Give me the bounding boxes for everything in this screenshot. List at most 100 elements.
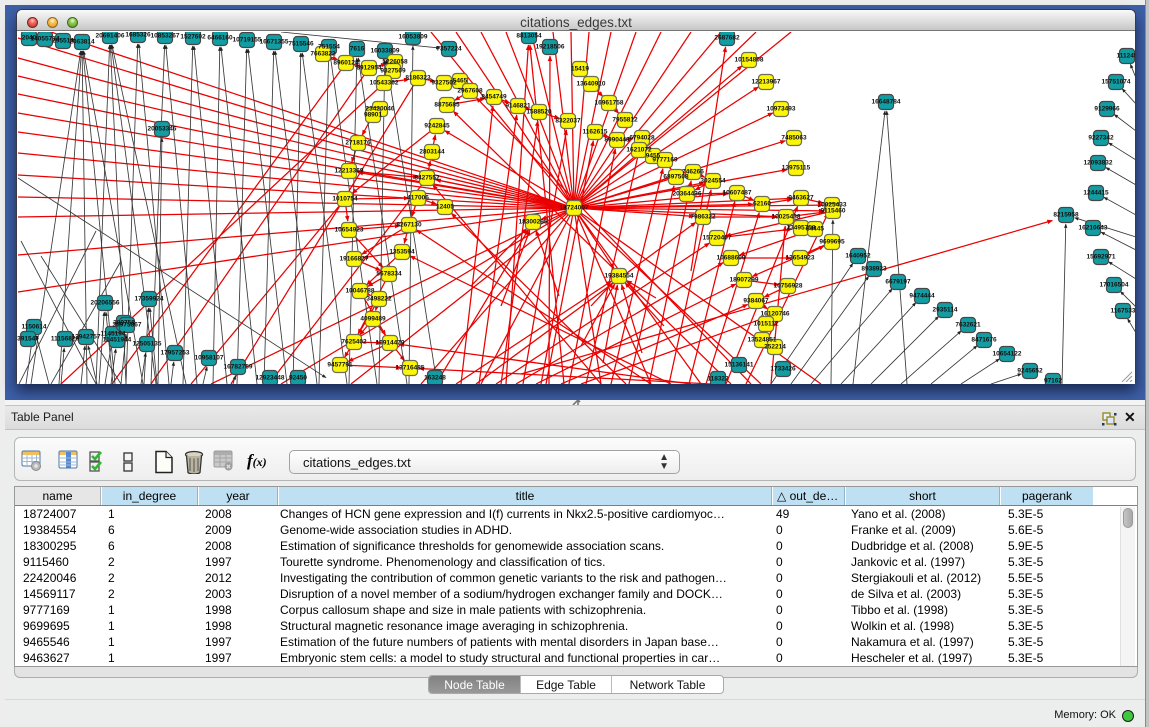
svg-text:12213967: 12213967 <box>752 79 781 86</box>
svg-text:10688609: 10688609 <box>717 255 746 262</box>
svg-text:2935114: 2935114 <box>933 307 958 314</box>
svg-text:1733426: 1733426 <box>770 366 796 373</box>
svg-text:8990448: 8990448 <box>604 137 630 144</box>
svg-text:9115460: 9115460 <box>821 208 846 215</box>
svg-text:8960124: 8960124 <box>333 60 359 67</box>
svg-text:6466160: 6466160 <box>207 35 233 42</box>
svg-text:12942757: 12942757 <box>72 334 101 341</box>
svg-text:9227342: 9227342 <box>1088 135 1114 142</box>
svg-text:10654923: 10654923 <box>335 227 364 234</box>
svg-text:9245652: 9245652 <box>1017 368 1043 375</box>
svg-text:2803144: 2803144 <box>419 149 445 156</box>
svg-text:1527602: 1527602 <box>180 34 206 41</box>
svg-text:3498222: 3498222 <box>366 296 392 303</box>
svg-text:17016504: 17016504 <box>1100 282 1129 289</box>
svg-text:19218506: 19218506 <box>536 44 565 51</box>
svg-text:13654923: 13654923 <box>786 255 815 262</box>
svg-text:1244415: 1244415 <box>1083 190 1109 197</box>
svg-text:1010754: 1010754 <box>332 196 358 203</box>
svg-text:10756928: 10756928 <box>774 283 803 290</box>
svg-text:10719155: 10719155 <box>233 37 262 44</box>
svg-text:16120746: 16120746 <box>761 311 790 318</box>
svg-text:30975867: 30975867 <box>113 322 142 329</box>
svg-text:9242845: 9242845 <box>424 123 450 130</box>
svg-text:10025438: 10025438 <box>772 214 801 221</box>
svg-text:16648784: 16648784 <box>872 99 901 106</box>
svg-text:84445: 84445 <box>806 226 824 233</box>
svg-text:9457791: 9457791 <box>327 362 353 369</box>
svg-text:2687682: 2687682 <box>714 35 740 42</box>
svg-text:5465: 5465 <box>453 78 468 85</box>
svg-text:746266: 746266 <box>682 169 704 176</box>
svg-text:16053809: 16053809 <box>399 34 428 41</box>
svg-text:13975115: 13975115 <box>782 165 811 172</box>
svg-text:62160: 62160 <box>753 201 771 208</box>
svg-text:15720407: 15720407 <box>703 235 732 242</box>
svg-text:10973493: 10973493 <box>767 106 796 113</box>
svg-text:9327509: 9327509 <box>380 68 406 75</box>
svg-text:7515546: 7515546 <box>288 41 314 48</box>
svg-text:20691406: 20691406 <box>96 33 125 40</box>
svg-text:13640910: 13640910 <box>577 81 606 88</box>
svg-text:15136141: 15136141 <box>725 362 754 369</box>
svg-text:16210643: 16210643 <box>1079 225 1108 232</box>
svg-text:1162615: 1162615 <box>583 129 608 136</box>
svg-text:1640952: 1640952 <box>845 253 871 260</box>
svg-text:8322037: 8322037 <box>555 118 581 125</box>
svg-text:19166827: 19166827 <box>340 256 369 263</box>
svg-text:163248: 163248 <box>424 375 446 382</box>
svg-text:12093832: 12093832 <box>1084 160 1113 167</box>
svg-text:15751074: 15751074 <box>1102 79 1131 86</box>
svg-text:2063814: 2063814 <box>69 39 95 46</box>
svg-text:8267130: 8267130 <box>396 222 422 229</box>
svg-text:6679197: 6679197 <box>885 279 911 286</box>
svg-text:1353594: 1353594 <box>389 249 415 256</box>
svg-text:16961758: 16961758 <box>595 100 624 107</box>
svg-text:2718176: 2718176 <box>345 140 371 147</box>
svg-text:8875685: 8875685 <box>434 102 460 109</box>
svg-text:8186323: 8186323 <box>405 75 431 82</box>
svg-text:98901: 98901 <box>364 112 382 119</box>
svg-text:1015112: 1015112 <box>754 321 779 328</box>
svg-text:8215958: 8215958 <box>1053 212 1079 219</box>
svg-text:7625402: 7625402 <box>341 339 367 346</box>
svg-text:13716485: 13716485 <box>396 365 425 372</box>
svg-text:1588520: 1588520 <box>526 109 552 116</box>
svg-text:8813054: 8813054 <box>516 33 542 40</box>
svg-text:20206556: 20206556 <box>91 300 120 307</box>
svg-text:20053346: 20053346 <box>148 126 177 133</box>
svg-text:10654122: 10654122 <box>993 351 1022 358</box>
svg-text:92450: 92450 <box>289 375 307 382</box>
svg-text:10958107: 10958107 <box>195 355 224 362</box>
svg-text:111245: 111245 <box>1117 53 1135 60</box>
svg-text:9474444: 9474444 <box>909 293 935 300</box>
svg-text:20364436: 20364436 <box>673 191 702 198</box>
svg-text:7955812: 7955812 <box>612 117 638 124</box>
svg-text:118323: 118323 <box>707 376 729 383</box>
svg-text:19384554: 19384554 <box>605 273 634 280</box>
svg-text:18300295: 18300295 <box>519 219 548 226</box>
svg-text:5678334: 5678334 <box>376 271 402 278</box>
svg-text:97162: 97162 <box>1044 378 1062 385</box>
svg-text:252214: 252214 <box>764 344 786 351</box>
svg-text:5226058: 5226058 <box>382 59 408 66</box>
svg-text:11451944: 11451944 <box>103 337 132 344</box>
svg-text:18724007: 18724007 <box>560 205 589 212</box>
svg-text:7663822: 7663822 <box>310 51 336 58</box>
svg-text:7616: 7616 <box>350 46 365 53</box>
svg-text:17957253: 17957253 <box>161 350 190 357</box>
svg-text:10853267: 10853267 <box>151 33 180 40</box>
svg-text:1685326: 1685326 <box>125 32 151 39</box>
svg-text:8938923: 8938923 <box>861 266 887 273</box>
svg-text:1167533: 1167533 <box>1111 308 1135 315</box>
svg-text:15692971: 15692971 <box>1087 254 1116 261</box>
svg-text:9384067: 9384067 <box>743 298 769 305</box>
svg-text:12405: 12405 <box>436 204 454 211</box>
svg-text:3024554: 3024554 <box>700 178 726 185</box>
svg-text:1150614: 1150614 <box>22 324 47 331</box>
svg-text:2967608: 2967608 <box>457 88 483 95</box>
svg-text:7357224: 7357224 <box>436 46 462 53</box>
svg-text:12213369: 12213369 <box>335 168 364 175</box>
svg-text:9129966: 9129966 <box>1094 106 1120 113</box>
svg-text:10046788: 10046788 <box>346 288 375 295</box>
